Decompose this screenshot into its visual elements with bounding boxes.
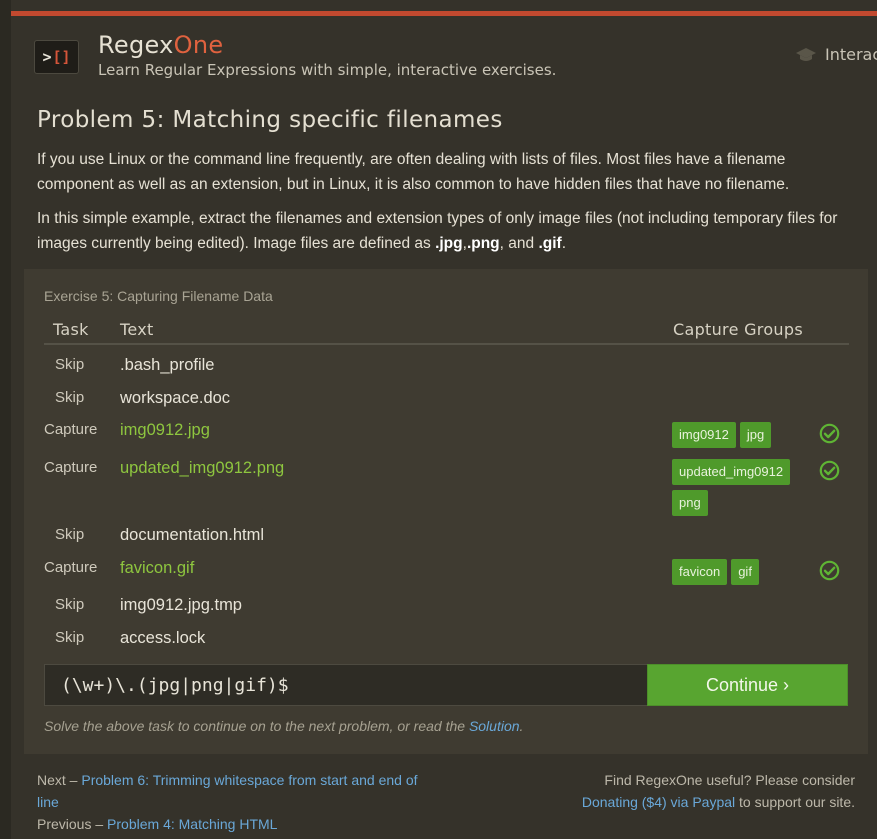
footer-navigation: Next – Problem 6: Trimming whitespace fr… (37, 769, 437, 835)
solution-link[interactable]: Solution (469, 718, 520, 734)
filename: .bash_profile (120, 356, 215, 374)
next-problem-link[interactable]: Problem 6: Trimming whitespace from star… (37, 772, 418, 810)
check-circle-icon (819, 560, 840, 581)
table-row: Skip img0912.jpg.tmp (24, 596, 868, 626)
column-header-text: Text (120, 320, 154, 339)
next-problem: Next – Problem 6: Trimming whitespace fr… (37, 772, 418, 810)
capture-groups: favicon gif (672, 559, 802, 585)
capture-groups: updated_img0912 png (672, 459, 802, 516)
task-label: Skip (55, 389, 85, 406)
capture-group-chip: png (672, 490, 708, 516)
capture-group-chip: img0912 (672, 422, 736, 448)
tagline: Learn Regular Expressions with simple, i… (98, 61, 557, 79)
filename: favicon.gif (120, 559, 195, 577)
chevron-right-icon: > (42, 48, 52, 66)
check-circle-icon (819, 423, 840, 444)
brackets-icon: [] (52, 48, 71, 66)
previous-problem-link[interactable]: Problem 4: Matching HTML (107, 816, 277, 832)
regexone-logo[interactable]: >[] (34, 40, 79, 74)
filename: img0912.jpg.tmp (120, 596, 242, 614)
exercise-panel: Exercise 5: Capturing Filename Data Task… (24, 269, 868, 754)
brand-title[interactable]: RegexOne (98, 31, 223, 59)
table-row: Capture img0912.jpg img0912 jpg (24, 421, 868, 451)
table-row: Skip .bash_profile (24, 356, 868, 386)
solve-hint: Solve the above task to continue on to t… (44, 718, 524, 734)
filename: img0912.jpg (120, 421, 210, 439)
task-label: Skip (55, 596, 85, 613)
column-header-capture-groups: Capture Groups (673, 320, 803, 339)
capture-group-chip: gif (731, 559, 759, 585)
exercise-title: Exercise 5: Capturing Filename Data (44, 288, 273, 304)
nav-interactive-tutorial[interactable]: Interac (795, 45, 877, 64)
filename: documentation.html (120, 526, 264, 544)
task-label: Capture (44, 559, 98, 576)
filename: updated_img0912.png (120, 459, 285, 477)
check-circle-icon (819, 460, 840, 481)
header-divider (44, 343, 849, 345)
previous-problem: Previous – Problem 4: Matching HTML (37, 816, 278, 832)
problem-description: If you use Linux or the command line fre… (37, 151, 790, 193)
task-label: Skip (55, 629, 85, 646)
donate-link[interactable]: Donating ($4) via Paypal (582, 794, 735, 810)
task-label: Capture (44, 459, 98, 476)
capture-groups: img0912 jpg (672, 422, 802, 448)
table-row: Skip workspace.doc (24, 389, 868, 419)
problem-instructions: In this simple example, extract the file… (37, 210, 838, 252)
accent-bar (11, 11, 877, 16)
table-row: Skip documentation.html (24, 526, 868, 556)
page-title: Problem 5: Matching specific filenames (37, 107, 503, 133)
table-row: Capture updated_img0912.png updated_img0… (24, 459, 868, 516)
graduation-cap-icon (796, 47, 816, 61)
capture-group-chip: jpg (739, 422, 772, 448)
column-header-task: Task (53, 320, 89, 339)
continue-button[interactable]: Continue › (647, 664, 848, 706)
table-row: Skip access.lock (24, 629, 868, 659)
task-label: Capture (44, 421, 98, 438)
table-row: Capture favicon.gif favicon gif (24, 559, 868, 589)
filename: workspace.doc (120, 389, 231, 407)
capture-group-chip: updated_img0912 (672, 459, 791, 485)
capture-group-chip: favicon (672, 559, 728, 585)
regex-input[interactable] (44, 664, 647, 706)
task-label: Skip (55, 356, 85, 373)
filename: access.lock (120, 629, 206, 647)
support-message: Find RegexOne useful? Please consider Do… (581, 772, 855, 810)
task-label: Skip (55, 526, 85, 543)
